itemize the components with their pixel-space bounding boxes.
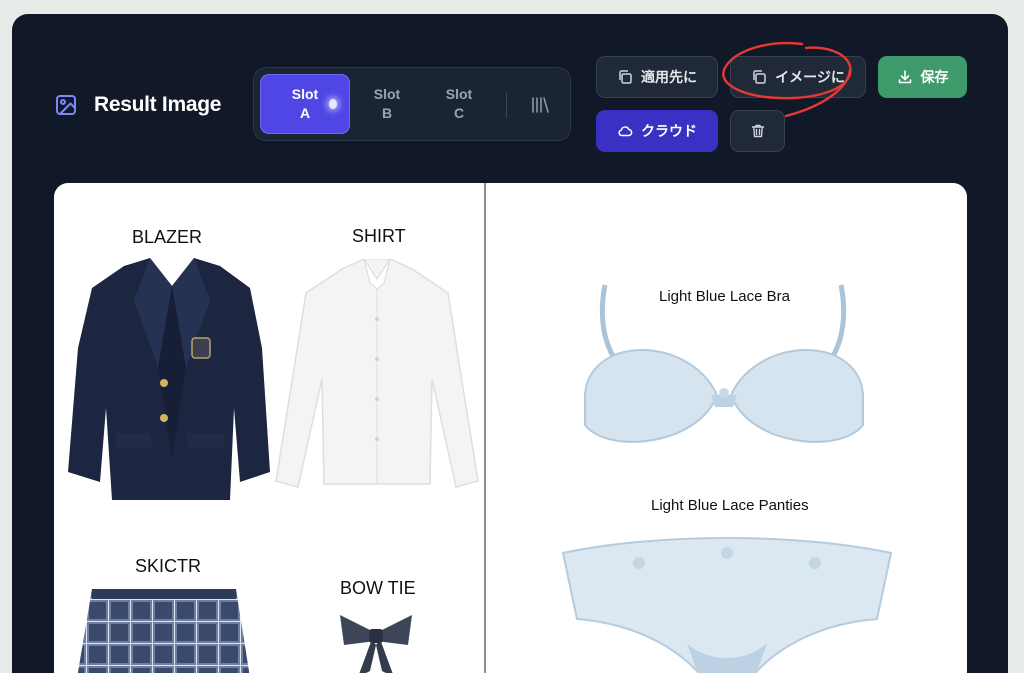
apply-to-label: 適用先に bbox=[641, 69, 697, 85]
copy-icon bbox=[619, 70, 632, 84]
slot-divider bbox=[506, 92, 507, 118]
save-button[interactable]: 保存 bbox=[878, 56, 967, 98]
slot-a-tab[interactable]: Slot A bbox=[260, 74, 350, 134]
library-icon[interactable] bbox=[530, 95, 550, 115]
image-icon bbox=[56, 95, 76, 115]
shirt-label: SHIRT bbox=[352, 226, 406, 246]
page-title: Result Image bbox=[94, 93, 222, 116]
slot-c-letter: C bbox=[453, 105, 465, 121]
skirt-image bbox=[77, 589, 250, 673]
cloud-label: クラウド bbox=[641, 123, 697, 139]
bow-tie-label: BOW TIE bbox=[340, 578, 416, 598]
cloud-icon bbox=[618, 126, 633, 137]
skirt-label: SKICTR bbox=[135, 556, 202, 576]
slot-b-letter: B bbox=[381, 105, 393, 121]
result-header: Result Image bbox=[54, 93, 221, 117]
blazer-image bbox=[68, 258, 270, 500]
slot-selector: Slot A Slot B Slot C bbox=[253, 67, 571, 141]
bra-image bbox=[584, 284, 864, 443]
result-image-canvas: BLAZER SHIRT SKICTR BOW TIE Light Blue L… bbox=[54, 183, 967, 673]
slot-c-tab[interactable]: Slot C bbox=[414, 74, 504, 134]
blazer-label: BLAZER bbox=[132, 227, 203, 247]
slot-c-label: Slot bbox=[445, 86, 473, 102]
download-icon bbox=[898, 70, 911, 84]
panties-label: Light Blue Lace Panties bbox=[651, 497, 809, 514]
cloud-button[interactable]: クラウド bbox=[596, 110, 718, 152]
trash-icon bbox=[751, 124, 764, 138]
bow-tie-image bbox=[340, 615, 412, 673]
save-label: 保存 bbox=[920, 69, 949, 85]
panties-image bbox=[561, 537, 893, 673]
slot-a-label: Slot bbox=[291, 86, 319, 102]
image-divider bbox=[484, 183, 486, 673]
slot-b-label: Slot bbox=[373, 86, 401, 102]
shirt-image bbox=[275, 259, 479, 488]
apply-to-button[interactable]: 適用先に bbox=[596, 56, 718, 98]
slot-a-letter: A bbox=[299, 105, 311, 121]
annotation-circle bbox=[722, 42, 852, 118]
active-indicator-dot bbox=[329, 99, 337, 109]
